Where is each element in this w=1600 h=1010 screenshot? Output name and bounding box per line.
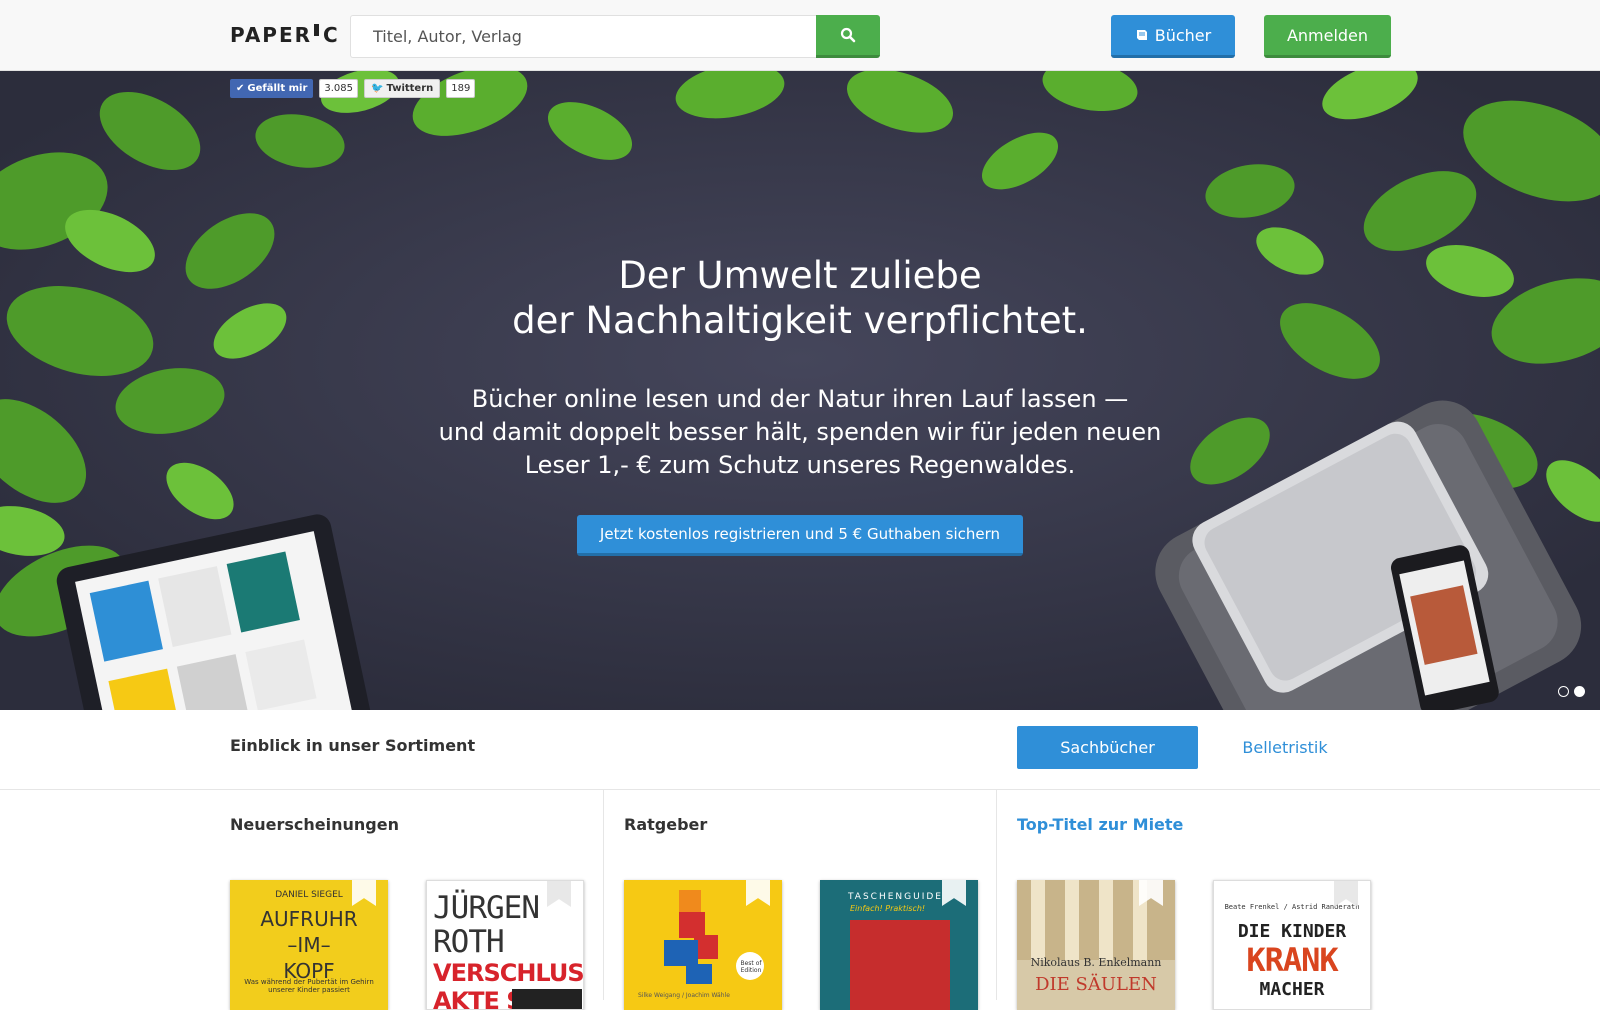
search-button[interactable] (816, 15, 880, 58)
book-author: Silke Weigang / Joachim Wähle (638, 992, 730, 999)
book-author: Beate Frenkel / Astrid Randerath (1224, 903, 1360, 911)
top-header: PAPER C Bücher Anmelden (0, 0, 1600, 71)
logo-text: PAPER (230, 23, 313, 47)
book-subtitle: Was während der Pubertät im Gehirn unser… (244, 978, 374, 994)
hero-title-line-1: Der Umwelt zuliebe (618, 254, 982, 297)
paperc-logo[interactable]: PAPER C (230, 23, 340, 47)
book-series: TASCHENGUIDE (848, 892, 943, 902)
book-cover[interactable]: DANIEL SIEGEL AUFRUHR –IM– KOPF Was währ… (230, 880, 388, 1010)
book-cover[interactable]: JÜRGEN ROTH VERSCHLUSS AKTE S (426, 880, 584, 1010)
tab-sachbuecher[interactable]: Sachbücher (1017, 726, 1198, 769)
sortiment-bar: Einblick in unser Sortiment Sachbücher B… (0, 710, 1600, 790)
check-icon: ✔ (236, 83, 245, 94)
hero-text-line-2: und damit doppelt besser hält, spenden w… (438, 418, 1162, 446)
column-ratgeber: Ratgeber Best of Edition Silke Weigang /… (604, 790, 997, 1010)
carousel-dot-2[interactable] (1574, 686, 1585, 697)
login-button-label: Anmelden (1286, 25, 1369, 45)
search-input[interactable] (350, 15, 816, 58)
bookmark-icon[interactable] (352, 880, 376, 906)
book-title: AUFRUHR –IM– KOPF (260, 907, 358, 983)
twitter-bird-icon: 🐦 (371, 83, 384, 94)
column-neuerscheinungen: Neuerscheinungen DANIEL SIEGEL AUFRUHR –… (0, 790, 604, 1010)
book-cover[interactable]: Beate Frenkel / Astrid Randerath DIE KIN… (1213, 880, 1371, 1010)
book-tagline: Einfach! Praktisch! (850, 904, 926, 913)
tab-belletristik[interactable]: Belletristik (1220, 726, 1350, 769)
login-button[interactable]: Anmelden (1264, 15, 1391, 58)
bookmark-icon[interactable] (942, 880, 966, 906)
register-cta-label: Jetzt kostenlos registrieren und 5 € Gut… (599, 525, 1001, 543)
hero-text: Bücher online lesen und der Natur ihren … (400, 383, 1200, 482)
carousel-dot-1[interactable] (1558, 686, 1569, 697)
hero-title: Der Umwelt zuliebe der Nachhaltigkeit ve… (400, 253, 1200, 343)
hero-text-line-3: Leser 1,- € zum Schutz unseres Regenwald… (524, 451, 1076, 479)
hero-title-line-2: der Nachhaltigkeit verpflichtet. (512, 299, 1088, 342)
book-title: DIE SÄULEN (1035, 974, 1157, 995)
sortiment-title: Einblick in unser Sortiment (230, 736, 476, 755)
book-author: JÜRGEN ROTH (433, 890, 540, 960)
facebook-like-button[interactable]: ✔ Gefällt mir (230, 79, 314, 98)
book-cover[interactable]: Nikolaus B. Enkelmann DIE SÄULEN (1017, 880, 1175, 1010)
social-buttons: ✔ Gefällt mir 3.085 🐦 Twittern 189 (230, 79, 476, 98)
book-title-line-3: MACHER (1259, 979, 1325, 1000)
logo-text-c: C (323, 23, 340, 47)
books-button-label: Bücher (1154, 25, 1212, 45)
search-icon (840, 27, 856, 43)
carousel-dots (1558, 686, 1585, 697)
bookmark-icon[interactable] (547, 881, 571, 907)
cover-graphic (850, 920, 950, 1010)
book-cover[interactable]: TASCHENGUIDE Einfach! Praktisch! (820, 880, 978, 1010)
like-label: Gefällt mir (247, 83, 308, 94)
hero-banner: ✔ Gefällt mir 3.085 🐦 Twittern 189 Der U… (0, 71, 1600, 710)
book-badge: Best of Edition (740, 960, 762, 974)
book-icon (1136, 30, 1147, 40)
book-author: Nikolaus B. Enkelmann (1030, 956, 1162, 969)
search-bar (350, 15, 880, 58)
tweet-count: 189 (446, 79, 476, 98)
tweet-label: Twittern (386, 83, 434, 94)
books-button[interactable]: Bücher (1111, 15, 1235, 58)
book-title-line-2: KRANK (1246, 941, 1338, 979)
register-cta-button[interactable]: Jetzt kostenlos registrieren und 5 € Gut… (577, 515, 1023, 556)
hero-text-line-1: Bücher online lesen und der Natur ihren … (471, 385, 1129, 413)
column-title: Ratgeber (624, 815, 708, 834)
puzzle-figure-icon (664, 890, 764, 984)
column-top-titel: Top-Titel zur Miete Nikolaus B. Enkelman… (997, 790, 1600, 1010)
column-title: Neuerscheinungen (230, 815, 399, 834)
logo-mark (314, 24, 320, 36)
book-title-line-1: DIE KINDER (1237, 921, 1347, 942)
like-count: 3.085 (319, 79, 359, 98)
column-title-link[interactable]: Top-Titel zur Miete (1017, 815, 1183, 834)
book-cover[interactable]: Best of Edition Silke Weigang / Joachim … (624, 880, 782, 1010)
twitter-button[interactable]: 🐦 Twittern (364, 79, 441, 98)
